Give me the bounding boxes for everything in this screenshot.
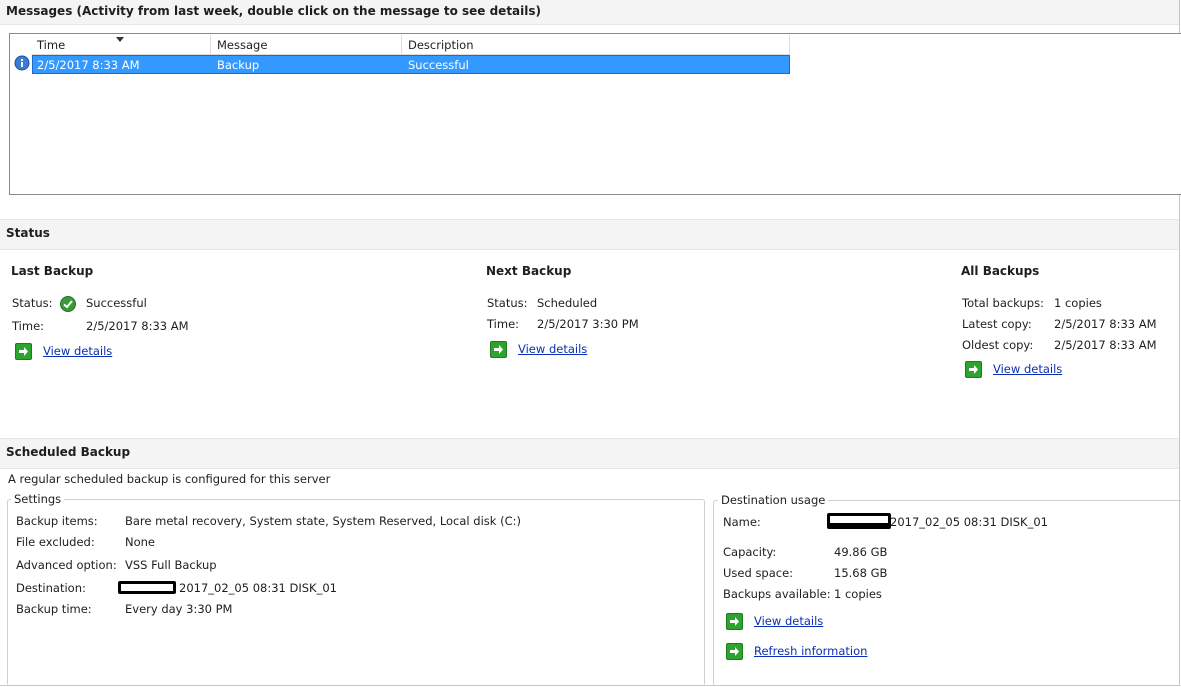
arrow-right-icon [15,343,32,360]
oldest-copy-label: Oldest copy: [962,338,1034,352]
backup-items-value: Bare metal recovery, System state, Syste… [125,514,521,528]
info-icon [14,55,30,71]
destination-label: Destination: [16,581,86,595]
row-message: Backup [217,58,260,72]
scheduled-header: Scheduled Backup [0,438,1179,469]
column-header-message[interactable]: Message [211,35,402,55]
oldest-copy-value: 2/5/2017 8:33 AM [1054,338,1157,352]
backups-available-value: 1 copies [834,587,882,601]
redacted-block [118,581,176,594]
column-header-time[interactable]: Time [31,35,211,55]
destination-value: 2017_02_05 08:31 DISK_01 [179,581,337,595]
dest-name-value: 2017_02_05 08:31 DISK_01 [890,515,1048,529]
advanced-option-label: Advanced option: [16,558,117,572]
destination-usage-legend: Destination usage [718,493,829,507]
next-time-label: Time: [487,317,520,331]
sort-descending-icon [116,37,124,42]
total-backups-label: Total backups: [962,296,1044,310]
table-row[interactable]: 2/5/2017 8:33 AM Backup Successful [32,55,790,74]
next-status-label: Status: [487,296,528,310]
last-backup-view-details-link[interactable]: View details [43,344,112,358]
arrow-right-icon [726,613,743,630]
scheduled-title: Scheduled Backup [6,445,131,459]
backup-items-label: Backup items: [16,514,98,528]
next-backup-view-details-link[interactable]: View details [518,342,587,356]
next-time-value: 2/5/2017 3:30 PM [537,317,639,331]
scheduled-summary: A regular scheduled backup is configured… [8,472,331,486]
status-title: Status [6,226,50,240]
total-backups-value: 1 copies [1054,296,1102,310]
success-check-icon [60,296,76,312]
file-excluded-label: File excluded: [16,535,95,549]
file-excluded-value: None [125,535,156,549]
settings-legend: Settings [11,492,65,506]
last-time-label: Time: [12,319,45,333]
last-status-value: Successful [86,296,147,310]
backup-time-label: Backup time: [16,602,92,616]
destination-view-details-link[interactable]: View details [754,614,823,628]
messages-header: Messages (Activity from last week, doubl… [0,0,1179,25]
backups-available-label: Backups available: [723,587,831,601]
arrow-right-icon [726,643,743,660]
messages-list[interactable]: Time Message Description 2/5/2017 8:33 A… [9,33,1181,195]
messages-title: Messages (Activity from last week, doubl… [6,4,542,18]
latest-copy-label: Latest copy: [962,317,1032,331]
last-time-value: 2/5/2017 8:33 AM [86,319,189,333]
latest-copy-value: 2/5/2017 8:33 AM [1054,317,1157,331]
all-backups-view-details-link[interactable]: View details [993,362,1062,376]
row-description: Successful [408,58,469,72]
capacity-value: 49.86 GB [834,545,888,559]
status-header: Status [0,219,1179,250]
all-backups-heading: All Backups [961,264,1040,278]
dest-name-label: Name: [723,515,761,529]
arrow-right-icon [965,361,982,378]
used-space-label: Used space: [723,566,794,580]
used-space-value: 15.68 GB [834,566,888,580]
capacity-label: Capacity: [723,545,777,559]
column-header-description[interactable]: Description [402,35,790,55]
redacted-block [827,513,891,529]
last-backup-heading: Last Backup [11,264,94,278]
advanced-option-value: VSS Full Backup [125,558,217,572]
last-status-label: Status: [12,296,53,310]
backup-time-value: Every day 3:30 PM [125,602,233,616]
next-backup-heading: Next Backup [486,264,572,278]
arrow-right-icon [490,341,507,358]
row-time: 2/5/2017 8:33 AM [37,58,140,72]
next-status-value: Scheduled [537,296,598,310]
refresh-information-link[interactable]: Refresh information [754,644,867,658]
